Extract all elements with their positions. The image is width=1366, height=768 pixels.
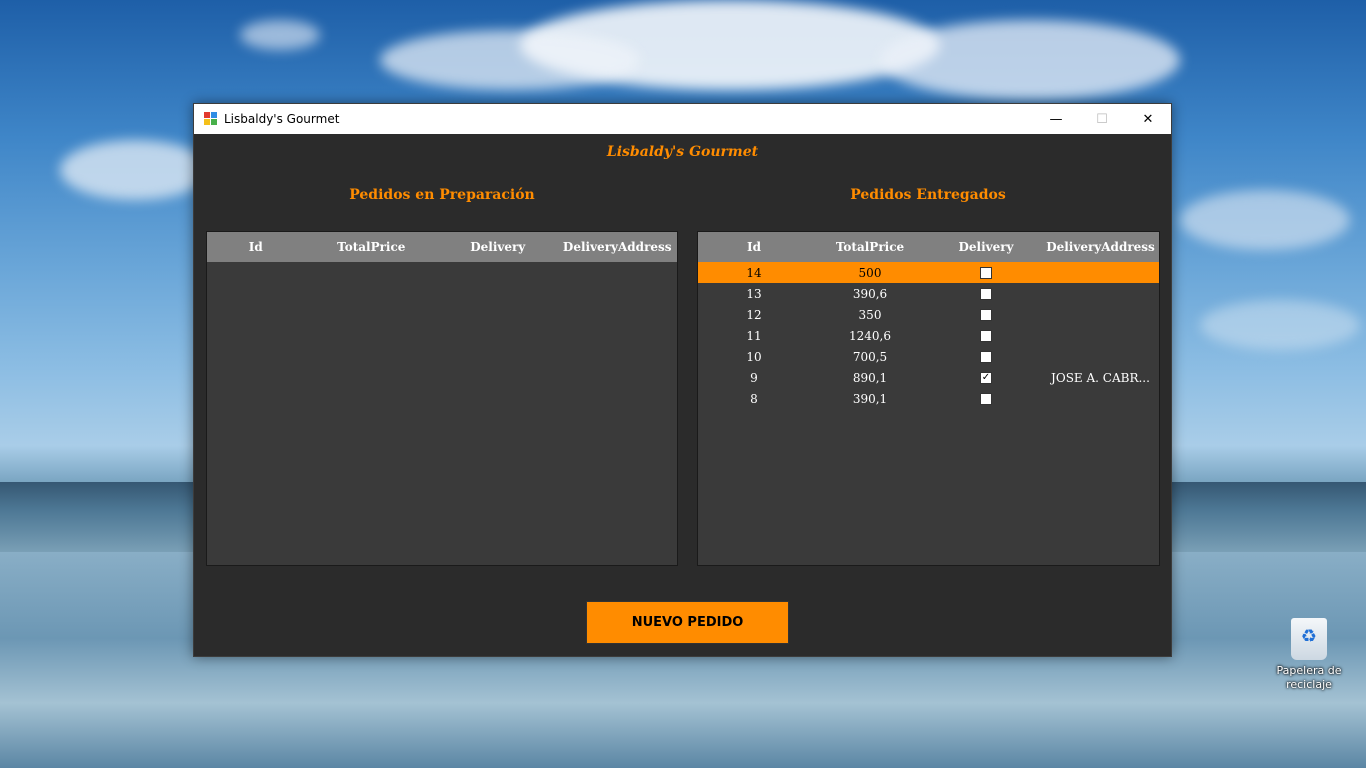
delivered-orders-grid[interactable]: Id TotalPrice Delivery DeliveryAddress 1… xyxy=(697,231,1160,566)
cell-totalprice: 700,5 xyxy=(852,349,888,364)
minimize-button[interactable]: — xyxy=(1033,104,1079,134)
preparing-orders-grid[interactable]: Id TotalPrice Delivery DeliveryAddress xyxy=(206,231,678,566)
app-window: Lisbaldy's Gourmet — ☐ ✕ Lisbaldy's Gour… xyxy=(193,103,1172,657)
cell-delivery xyxy=(930,329,1042,342)
title-bar[interactable]: Lisbaldy's Gourmet — ☐ ✕ xyxy=(194,104,1171,134)
delivery-checkbox[interactable] xyxy=(980,329,992,342)
cell-id: 13 xyxy=(746,286,762,301)
table-row[interactable]: 14 500 xyxy=(698,262,1159,283)
cell-delivery xyxy=(930,392,1042,405)
column-header-deliveryaddress[interactable]: DeliveryAddress xyxy=(558,240,677,254)
cloud xyxy=(240,20,320,50)
delivery-checkbox[interactable] xyxy=(980,308,992,321)
grid-header: Id TotalPrice Delivery DeliveryAddress xyxy=(207,232,677,262)
cell-delivery xyxy=(930,287,1042,300)
recycle-bin-label-line1: Papelera de xyxy=(1276,664,1342,677)
cell-totalprice: 350 xyxy=(858,307,882,322)
app-heading: Lisbaldy's Gourmet xyxy=(606,144,759,160)
delivery-checkbox[interactable] xyxy=(980,392,992,405)
app-icon xyxy=(204,112,218,126)
recycle-bin-icon: ♻ xyxy=(1291,618,1327,660)
new-order-button[interactable]: NUEVO PEDIDO xyxy=(586,601,789,644)
cloud xyxy=(1180,190,1350,250)
column-header-delivery[interactable]: Delivery xyxy=(930,240,1042,254)
delivery-checkbox[interactable] xyxy=(980,287,992,300)
cloud xyxy=(880,20,1180,100)
recycle-bin-label-line2: reciclaje xyxy=(1286,678,1332,691)
cell-delivery xyxy=(930,350,1042,363)
recycle-bin[interactable]: ♻ Papelera de reciclaje xyxy=(1270,618,1348,692)
delivery-checkbox-checked[interactable]: ✓ xyxy=(980,371,992,384)
grid-rows: 14 500 13 390,6 12 350 11 1240,6 10 700,5 9 890,1 ✓ J… xyxy=(698,262,1159,409)
cloud xyxy=(60,140,210,200)
maximize-button[interactable]: ☐ xyxy=(1079,104,1125,134)
cell-delivery xyxy=(930,308,1042,321)
table-row[interactable]: 13 390,6 xyxy=(698,283,1159,304)
cell-delivery: ✓ xyxy=(930,371,1042,384)
column-header-deliveryaddress[interactable]: DeliveryAddress xyxy=(1042,240,1159,254)
close-button[interactable]: ✕ xyxy=(1125,104,1171,134)
table-row[interactable]: 12 350 xyxy=(698,304,1159,325)
delivery-checkbox[interactable] xyxy=(980,266,992,279)
column-header-totalprice[interactable]: TotalPrice xyxy=(810,240,930,254)
cloud xyxy=(1200,300,1360,350)
column-header-delivery[interactable]: Delivery xyxy=(438,240,557,254)
cell-id: 11 xyxy=(746,328,762,343)
cell-delivery xyxy=(930,266,1042,279)
cell-totalprice: 890,1 xyxy=(852,370,888,385)
recycle-bin-label: Papelera de reciclaje xyxy=(1270,664,1348,692)
table-row[interactable]: 9 890,1 ✓ JOSE A. CABR... xyxy=(698,367,1159,388)
delivered-orders-title: Pedidos Entregados xyxy=(850,187,1006,203)
recycle-symbol-icon: ♻ xyxy=(1300,626,1318,647)
cell-id: 10 xyxy=(746,349,762,364)
column-header-id[interactable]: Id xyxy=(207,240,305,254)
cell-totalprice: 390,6 xyxy=(852,286,888,301)
cloud xyxy=(380,30,640,90)
window-title: Lisbaldy's Gourmet xyxy=(224,112,340,126)
table-row[interactable]: 10 700,5 xyxy=(698,346,1159,367)
preparing-orders-title: Pedidos en Preparación xyxy=(349,187,535,203)
table-row[interactable]: 8 390,1 xyxy=(698,388,1159,409)
cell-id: 8 xyxy=(750,391,758,406)
cell-totalprice: 1240,6 xyxy=(849,328,891,343)
table-row[interactable]: 11 1240,6 xyxy=(698,325,1159,346)
cell-id: 14 xyxy=(746,265,762,280)
delivery-checkbox[interactable] xyxy=(980,350,992,363)
cell-totalprice: 500 xyxy=(858,265,882,280)
cell-id: 9 xyxy=(750,370,758,385)
cell-deliveryaddress: JOSE A. CABR... xyxy=(1051,370,1150,385)
column-header-id[interactable]: Id xyxy=(698,240,810,254)
cell-totalprice: 390,1 xyxy=(852,391,888,406)
grid-header: Id TotalPrice Delivery DeliveryAddress xyxy=(698,232,1159,262)
column-header-totalprice[interactable]: TotalPrice xyxy=(305,240,438,254)
cell-id: 12 xyxy=(746,307,762,322)
